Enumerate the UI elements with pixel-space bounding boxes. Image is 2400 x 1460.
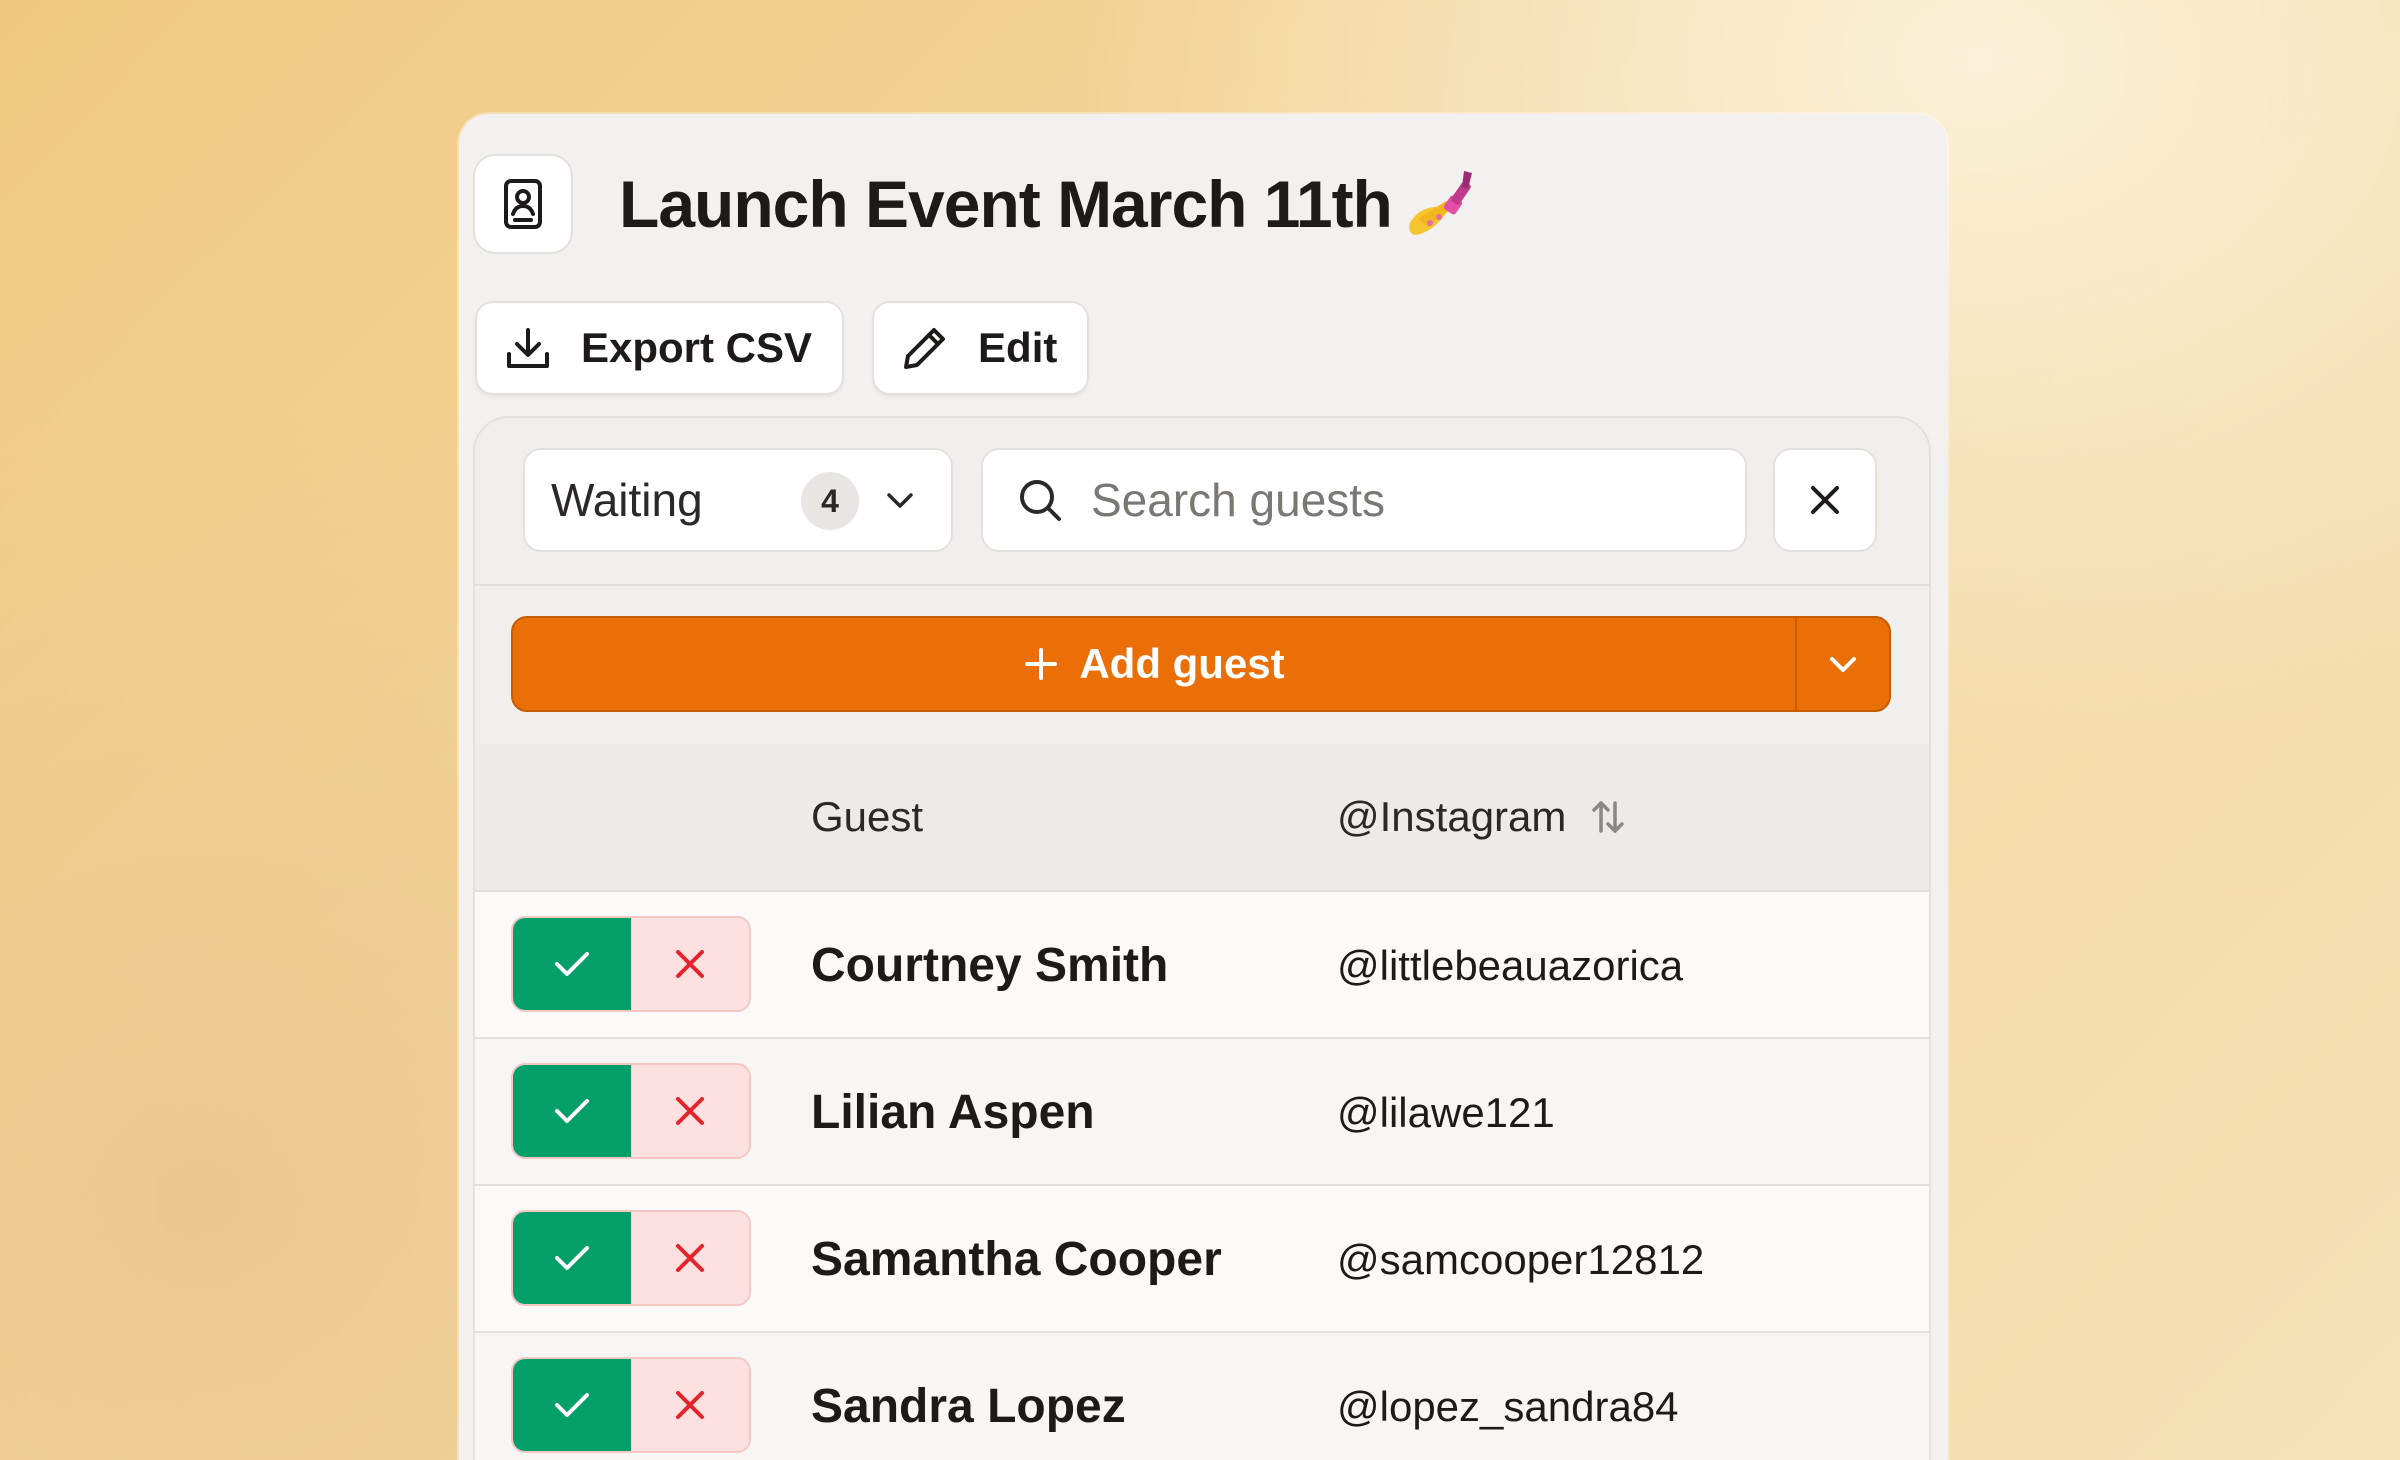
table-row: Lilian Aspen @lilawe121 xyxy=(475,1037,1929,1184)
check-icon xyxy=(555,1246,589,1270)
plus-icon xyxy=(1025,648,1058,680)
column-header-guest[interactable]: Guest xyxy=(811,744,923,890)
close-icon xyxy=(676,1097,704,1125)
guest-table-card: Waiting 4 Search guests Add guest Guest … xyxy=(473,416,1931,1460)
contact-book-icon[interactable] xyxy=(473,154,573,254)
guest-instagram: @lopez_sandra84 xyxy=(1337,1382,1679,1430)
clear-filters-button[interactable] xyxy=(1773,448,1877,552)
row-actions xyxy=(511,1210,751,1306)
row-actions xyxy=(511,1063,751,1159)
event-title: Launch Event March 11th xyxy=(619,167,1393,241)
guest-table-body: Courtney Smith @littlebeauazorica Lilian… xyxy=(475,890,1929,1460)
edit-label: Edit xyxy=(978,324,1058,371)
download-icon xyxy=(507,328,549,368)
add-guest-label: Add guest xyxy=(1079,640,1285,687)
approve-button[interactable] xyxy=(513,1065,631,1157)
guest-list-panel: Launch Event March 11th Export CSV Edit … xyxy=(459,114,1947,1460)
approve-button[interactable] xyxy=(513,1212,631,1304)
pencil-icon xyxy=(904,328,946,369)
row-actions xyxy=(511,1357,751,1453)
guest-name: Lilian Aspen xyxy=(811,1086,1095,1139)
table-row: Sandra Lopez @lopez_sandra84 xyxy=(475,1331,1929,1460)
check-icon xyxy=(555,952,589,976)
search-input[interactable]: Search guests xyxy=(1091,473,1385,527)
add-guest-bar: Add guest xyxy=(475,584,1929,744)
filter-bar: Waiting 4 Search guests xyxy=(475,418,1929,584)
reject-button[interactable] xyxy=(631,1212,749,1304)
close-icon xyxy=(676,1391,704,1419)
column-header-instagram[interactable]: @Instagram xyxy=(1337,744,1628,890)
page-header: Launch Event March 11th xyxy=(473,154,1478,254)
toolbar: Export CSV Edit xyxy=(475,301,1090,395)
table-header: Guest @Instagram xyxy=(475,744,1929,890)
nail-polish-icon xyxy=(1406,167,1478,241)
status-filter-select[interactable]: Waiting 4 xyxy=(523,448,953,552)
reject-button[interactable] xyxy=(631,918,749,1010)
reject-button[interactable] xyxy=(631,1359,749,1451)
guest-instagram: @lilawe121 xyxy=(1337,1088,1555,1136)
add-guest-button[interactable]: Add guest xyxy=(513,618,1795,710)
chevron-down-icon xyxy=(887,493,913,508)
column-header-label: Guest xyxy=(811,793,924,840)
status-filter-value: Waiting xyxy=(551,474,703,526)
add-guest-options-button[interactable] xyxy=(1795,618,1889,710)
export-csv-button[interactable]: Export CSV xyxy=(475,301,845,395)
guest-instagram: @samcooper12812 xyxy=(1337,1235,1705,1283)
check-icon xyxy=(555,1393,589,1417)
search-field[interactable]: Search guests xyxy=(981,448,1747,552)
row-actions xyxy=(511,916,751,1012)
status-count-badge: 4 xyxy=(801,472,859,530)
column-header-label: @Instagram xyxy=(1337,793,1567,840)
export-csv-label: Export CSV xyxy=(581,324,813,371)
sort-icon[interactable] xyxy=(1588,797,1628,837)
guest-name: Sandra Lopez xyxy=(811,1380,1126,1433)
approve-button[interactable] xyxy=(513,918,631,1010)
table-row: Samantha Cooper @samcooper12812 xyxy=(475,1184,1929,1331)
chevron-down-icon xyxy=(1830,657,1856,672)
page-title: Launch Event March 11th xyxy=(619,166,1478,242)
close-icon xyxy=(676,1244,704,1272)
guest-instagram: @littlebeauazorica xyxy=(1337,941,1684,989)
search-icon xyxy=(1020,480,1061,521)
close-icon xyxy=(676,950,704,978)
close-icon xyxy=(1811,486,1839,514)
table-row: Courtney Smith @littlebeauazorica xyxy=(475,890,1929,1037)
guest-name: Samantha Cooper xyxy=(811,1233,1222,1286)
check-icon xyxy=(555,1099,589,1123)
edit-button[interactable]: Edit xyxy=(872,301,1090,395)
guest-name: Courtney Smith xyxy=(811,939,1169,992)
reject-button[interactable] xyxy=(631,1065,749,1157)
add-guest-split-button: Add guest xyxy=(511,616,1891,712)
approve-button[interactable] xyxy=(513,1359,631,1451)
